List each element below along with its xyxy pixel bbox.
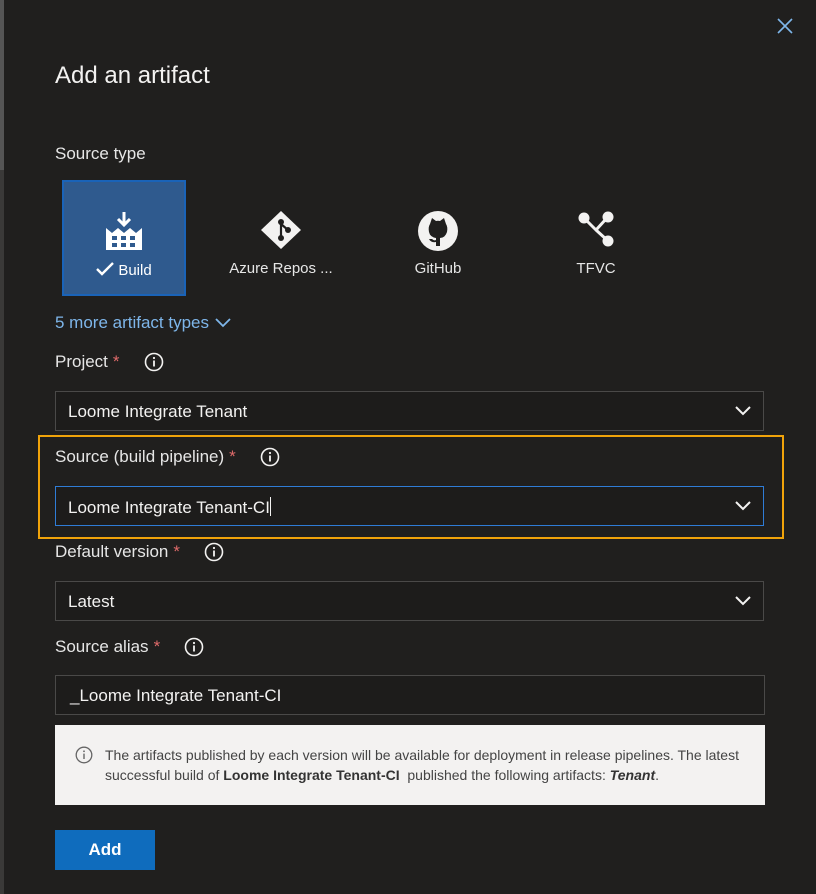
source-alias-label: Source alias * (55, 637, 204, 657)
chevron-down-icon (735, 501, 751, 511)
source-alias-info-button[interactable] (184, 637, 204, 657)
info-artifact-name: Tenant (609, 767, 656, 783)
info-icon (260, 447, 280, 467)
info-icon (144, 352, 163, 372)
close-icon (777, 18, 793, 34)
chevron-down-icon (735, 406, 751, 416)
more-artifact-types-link[interactable]: 5 more artifact types (55, 313, 231, 333)
project-dropdown[interactable]: Loome Integrate Tenant (55, 391, 764, 431)
project-value: Loome Integrate Tenant (68, 402, 248, 421)
default-version-dropdown[interactable]: Latest (55, 581, 764, 621)
tile-label-azure-repos: Azure Repos ... (229, 260, 333, 277)
source-tile-github[interactable]: GitHub (376, 180, 500, 296)
default-version-value: Latest (68, 592, 115, 611)
tile-label-tfvc: TFVC (576, 260, 616, 277)
default-version-info-button[interactable] (204, 542, 224, 562)
artifact-info-message: The artifacts published by each version … (55, 725, 765, 805)
source-info-button[interactable] (260, 447, 280, 467)
project-info-button[interactable] (144, 352, 164, 372)
add-button[interactable]: Add (55, 830, 155, 870)
source-tile-azure-repos[interactable]: Azure Repos ... (219, 180, 343, 296)
text-caret (269, 497, 271, 516)
source-pipeline-dropdown[interactable]: Loome Integrate Tenant-CI (55, 486, 764, 526)
source-alias-input[interactable]: _Loome Integrate Tenant-CI (55, 675, 765, 715)
source-pipeline-label: Source (build pipeline) * (55, 447, 280, 467)
info-icon (75, 746, 93, 764)
info-message-text: The artifacts published by each version … (105, 747, 739, 783)
github-icon (418, 211, 458, 251)
azure-repos-icon (261, 211, 301, 249)
more-artifact-types-label: 5 more artifact types (55, 313, 210, 332)
chevron-down-icon (215, 318, 231, 328)
build-icon (106, 212, 142, 250)
dialog-title: Add an artifact (55, 62, 210, 89)
check-icon (96, 262, 115, 276)
info-pipeline-name: Loome Integrate Tenant-CI (223, 767, 400, 783)
info-icon (184, 637, 204, 657)
source-type-label: Source type (55, 144, 146, 163)
info-icon (204, 542, 224, 562)
project-label: Project * (55, 352, 164, 372)
tile-label-github: GitHub (414, 260, 462, 277)
tfvc-icon (578, 211, 614, 247)
source-tile-tfvc[interactable]: TFVC (534, 180, 658, 296)
source-pipeline-value: Loome Integrate Tenant-CI (68, 498, 270, 517)
source-tile-build[interactable]: Build (62, 180, 186, 296)
tile-label-build: Build (118, 262, 152, 279)
default-version-label: Default version * (55, 542, 224, 562)
chevron-down-icon (735, 596, 751, 606)
source-alias-value: _Loome Integrate Tenant-CI (70, 686, 282, 705)
close-button[interactable] (773, 14, 797, 38)
